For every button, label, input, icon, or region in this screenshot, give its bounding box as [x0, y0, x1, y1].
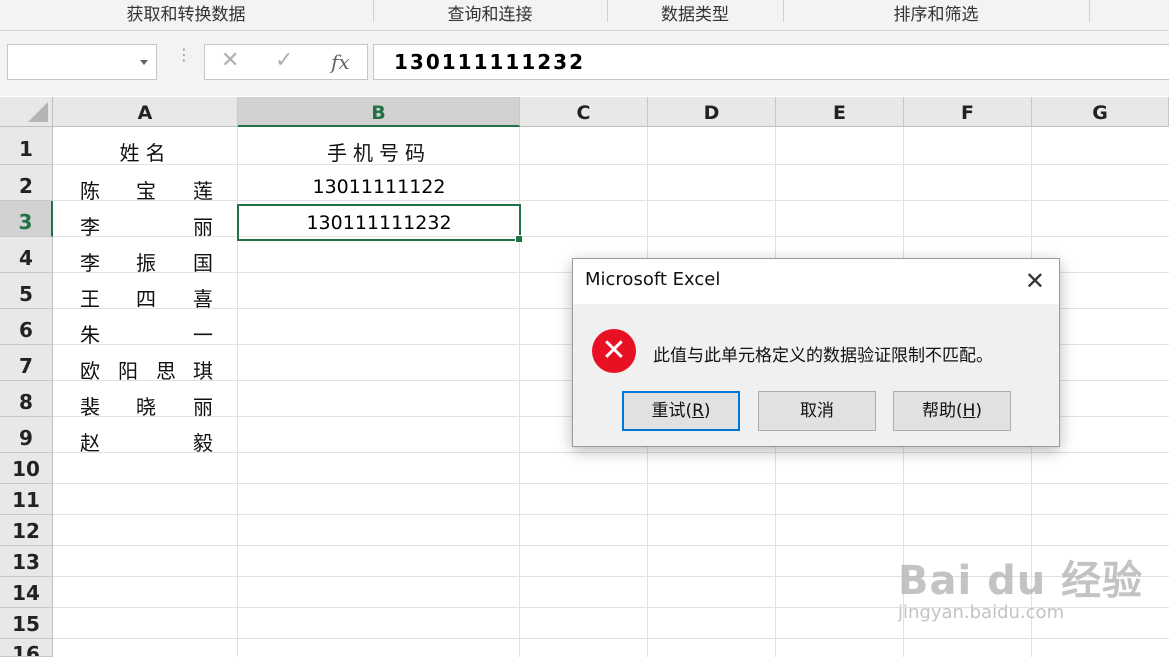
cell-a6-char: 朱	[80, 323, 100, 347]
dialog-titlebar: Microsoft Excel ✕	[573, 259, 1059, 304]
gridline	[53, 200, 1169, 201]
cell-a4-char: 振	[136, 251, 156, 275]
gridline	[53, 452, 1169, 453]
cell-a7-char: 阳	[118, 359, 138, 383]
cell-a5-char: 喜	[193, 287, 213, 311]
row-header-14[interactable]: 14	[0, 577, 53, 608]
cell-a1[interactable]: 姓名	[53, 137, 238, 166]
row-header-11[interactable]: 11	[0, 484, 53, 515]
close-icon[interactable]: ✕	[1025, 267, 1045, 295]
gridline	[53, 483, 1169, 484]
ribbon-separator	[1089, 0, 1090, 22]
cell-a4-char: 国	[193, 251, 213, 275]
gridline	[53, 514, 1169, 515]
ribbon-group-sort-filter: 排序和筛选	[893, 5, 979, 25]
cancel-icon[interactable]: ✕	[221, 48, 239, 73]
gridline	[53, 545, 1169, 546]
check-icon[interactable]: ✓	[275, 48, 293, 73]
select-all-button[interactable]	[0, 97, 53, 127]
chevron-down-icon[interactable]	[140, 60, 148, 65]
gridline	[53, 638, 1169, 639]
cell-a3-char: 丽	[193, 215, 213, 239]
column-header-g[interactable]: G	[1032, 97, 1169, 127]
help-access-key: H	[962, 401, 976, 421]
row-header-8[interactable]: 8	[0, 381, 53, 417]
row-header-1[interactable]: 1	[0, 127, 53, 165]
ribbon-group-labels: 获取和转换数据 查询和连接 数据类型 排序和筛选	[0, 0, 1169, 31]
help-label: 帮助(	[921, 401, 963, 421]
error-dialog: Microsoft Excel ✕ ✕ 此值与此单元格定义的数据验证限制不匹配。…	[572, 258, 1060, 447]
row-header-13[interactable]: 13	[0, 546, 53, 577]
cell-a9-char: 赵	[80, 431, 100, 455]
gridline	[53, 236, 1169, 237]
cancel-button[interactable]: 取消	[758, 391, 876, 431]
watermark-brand: Bai du 经验	[898, 558, 1144, 604]
retry-access-key: R	[692, 401, 704, 421]
column-header-c[interactable]: C	[520, 97, 648, 127]
active-cell-selection	[237, 204, 523, 243]
cell-a2-char: 莲	[193, 179, 213, 203]
fill-handle[interactable]	[515, 235, 523, 243]
cell-a5-char: 王	[80, 287, 100, 311]
column-header-b[interactable]: B	[238, 97, 520, 127]
cell-a8-char: 晓	[136, 395, 156, 419]
help-paren: )	[975, 401, 983, 421]
row-header-3[interactable]: 3	[0, 201, 53, 237]
column-header-a[interactable]: A	[53, 97, 238, 127]
row-header-2[interactable]: 2	[0, 165, 53, 201]
formula-input[interactable]: 130111111232	[373, 44, 1169, 80]
cell-a4-char: 李	[80, 251, 100, 275]
help-button[interactable]: 帮助(H)	[893, 391, 1011, 431]
cell-a6-char: 一	[193, 323, 213, 347]
ribbon-group-get-transform: 获取和转换数据	[126, 5, 246, 25]
formula-buttons: ✕ ✓ fx	[204, 44, 368, 80]
formula-bar: ⋮ ✕ ✓ fx 130111111232	[0, 31, 1169, 96]
error-icon: ✕	[592, 329, 636, 373]
row-header-9[interactable]: 9	[0, 417, 53, 453]
dialog-message: 此值与此单元格定义的数据验证限制不匹配。	[653, 346, 993, 366]
cell-a3-char: 李	[80, 215, 100, 239]
cell-a7-char: 思	[156, 359, 176, 383]
cell-a9-char: 毅	[193, 431, 213, 455]
name-box[interactable]	[7, 44, 157, 80]
cell-a7-char: 欧	[80, 359, 100, 383]
insert-function-icon[interactable]: fx	[331, 50, 350, 74]
column-header-d[interactable]: D	[648, 97, 776, 127]
cell-a5-char: 四	[136, 287, 156, 311]
ribbon-group-queries: 查询和连接	[447, 5, 533, 25]
cell-a8-char: 丽	[193, 395, 213, 419]
row-header-10[interactable]: 10	[0, 453, 53, 484]
cell-a8-char: 裴	[80, 395, 100, 419]
row-header-5[interactable]: 5	[0, 273, 53, 309]
cell-a7-char: 琪	[193, 359, 213, 383]
column-header-f[interactable]: F	[904, 97, 1032, 127]
watermark: Bai du 经验 jingyan.baidu.com	[898, 548, 1143, 623]
retry-label: 重试(	[651, 401, 693, 421]
dialog-title: Microsoft Excel	[585, 269, 721, 290]
ribbon-group-data-types: 数据类型	[661, 5, 729, 25]
row-header-7[interactable]: 7	[0, 345, 53, 381]
row-header-12[interactable]: 12	[0, 515, 53, 546]
row-header-16[interactable]: 16	[0, 639, 53, 657]
cell-b2[interactable]: 13011111122	[238, 176, 520, 198]
row-header-6[interactable]: 6	[0, 309, 53, 345]
retry-paren: )	[703, 401, 711, 421]
cell-a2-char: 宝	[136, 179, 156, 203]
row-header-4[interactable]: 4	[0, 237, 53, 273]
cell-a2-char: 陈	[80, 179, 100, 203]
select-all-icon	[28, 102, 48, 122]
column-header-e[interactable]: E	[776, 97, 904, 127]
retry-button[interactable]: 重试(R)	[622, 391, 740, 431]
resize-handle-icon[interactable]: ⋮	[176, 47, 192, 63]
row-header-15[interactable]: 15	[0, 608, 53, 639]
cell-b1[interactable]: 手机号码	[238, 137, 520, 166]
